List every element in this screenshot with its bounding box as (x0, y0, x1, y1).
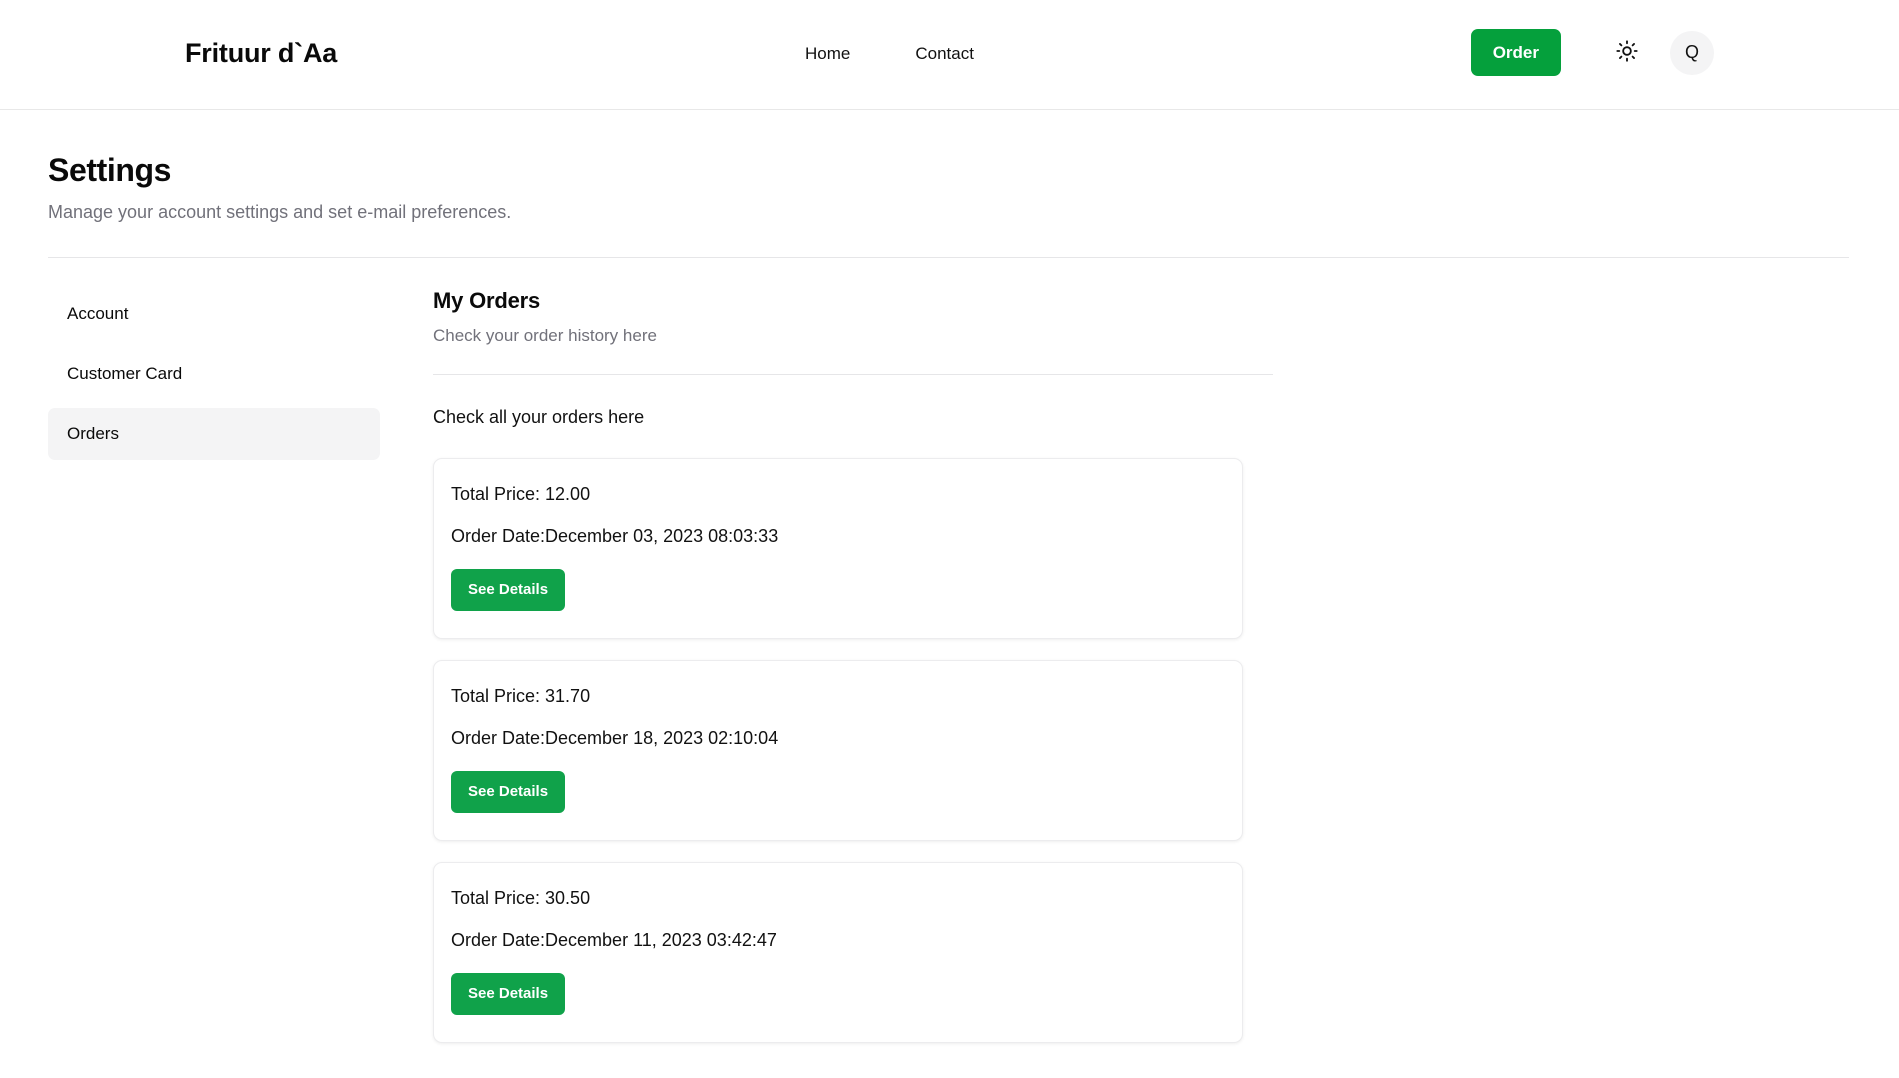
orders-intro-text: Check all your orders here (433, 407, 645, 427)
see-details-button[interactable]: See Details (451, 973, 566, 1015)
order-total-price: Total Price: 31.70 (451, 686, 591, 706)
page-subtitle: Manage your account settings and set e-m… (48, 202, 512, 222)
search-icon: Q (1684, 42, 1699, 62)
order-card: Total Price: 30.50 Order Date:December 1… (433, 862, 1243, 1043)
settings-sidebar: Account Customer Card Orders (48, 288, 410, 1043)
order-date: Order Date:December 11, 2023 03:42:47 (451, 930, 777, 950)
nav-link-home[interactable]: Home (805, 44, 850, 64)
order-date: Order Date:December 18, 2023 02:10:04 (451, 728, 779, 748)
settings-page: Settings Manage your account settings an… (0, 110, 1899, 1043)
order-total-price: Total Price: 30.50 (451, 888, 591, 908)
header-actions: Order Q (1470, 29, 1714, 76)
sidebar-item-account[interactable]: Account (48, 288, 380, 340)
page-header: Settings Manage your account settings an… (48, 110, 1851, 223)
settings-layout: Account Customer Card Orders My Orders C… (48, 258, 1851, 1043)
site-header: Frituur d`Aa Home Contact Order Q (0, 0, 1899, 110)
see-details-button[interactable]: See Details (451, 569, 566, 611)
order-total-price: Total Price: 12.00 (451, 484, 591, 504)
brand-logo[interactable]: Frituur d`Aa (185, 38, 337, 69)
sidebar-item-customer-card[interactable]: Customer Card (48, 348, 380, 400)
sidebar-item-orders[interactable]: Orders (48, 408, 380, 460)
order-date: Order Date:December 03, 2023 08:03:33 (451, 526, 779, 546)
order-button[interactable]: Order (1470, 29, 1561, 76)
theme-toggle-button[interactable] (1604, 30, 1650, 76)
search-icon-button[interactable]: Q (1670, 30, 1714, 75)
see-details-button[interactable]: See Details (451, 771, 566, 813)
orders-panel-divider (433, 374, 1273, 375)
orders-list: Total Price: 12.00 Order Date:December 0… (433, 458, 1243, 1043)
orders-panel-subtitle: Check your order history here (433, 326, 657, 345)
orders-panel-title: My Orders (433, 288, 541, 313)
order-card: Total Price: 12.00 Order Date:December 0… (433, 458, 1243, 639)
orders-panel: My Orders Check your order history here … (410, 288, 1510, 1043)
order-card: Total Price: 31.70 Order Date:December 1… (433, 660, 1243, 841)
page-title: Settings (48, 152, 172, 188)
sun-icon (1616, 40, 1638, 65)
main-navigation: Home Contact (805, 44, 974, 64)
nav-link-contact[interactable]: Contact (915, 44, 974, 64)
